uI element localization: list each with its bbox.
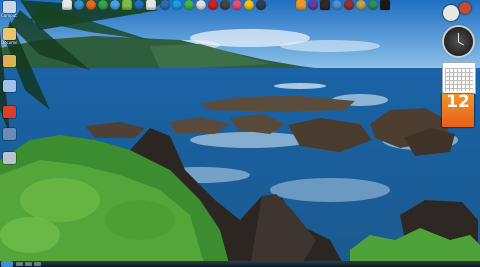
app-icon[interactable] xyxy=(184,0,194,10)
clock-gadget[interactable] xyxy=(444,27,473,56)
coastal-landscape-image xyxy=(0,0,480,267)
app-icon[interactable] xyxy=(380,0,390,10)
app-icon[interactable] xyxy=(296,0,306,10)
mail-icon[interactable] xyxy=(146,0,156,10)
safari-icon[interactable] xyxy=(110,0,120,10)
folder-icon[interactable] xyxy=(1,55,17,67)
taskbar-buttons xyxy=(16,262,41,266)
app-icon[interactable] xyxy=(134,0,144,10)
app-icon[interactable] xyxy=(1,106,17,118)
desktop-wallpaper xyxy=(0,0,480,267)
app-icon[interactable] xyxy=(244,0,254,10)
quicklaunch-left xyxy=(62,0,156,11)
day-calendar-gadget[interactable]: 12 xyxy=(442,94,474,127)
ie-icon[interactable] xyxy=(74,0,84,10)
desktop-icon-label: Computer xyxy=(1,13,17,18)
chrome-icon[interactable] xyxy=(98,0,108,10)
calendar-grid xyxy=(445,68,473,91)
avatar xyxy=(443,5,459,21)
hour-hand xyxy=(458,41,464,46)
taskbar-item[interactable] xyxy=(16,262,23,266)
app-icon[interactable] xyxy=(356,0,366,10)
app-icon[interactable] xyxy=(208,0,218,10)
computer-icon[interactable]: Computer xyxy=(1,1,17,18)
folder-icon-glyph xyxy=(2,55,16,67)
app-icon[interactable] xyxy=(196,0,206,10)
calendar-day-number: 12 xyxy=(446,92,470,112)
avatar-secondary xyxy=(459,2,471,14)
recycle-bin-icon[interactable] xyxy=(1,152,17,164)
app-icon[interactable] xyxy=(220,0,230,10)
app-icon-glyph xyxy=(2,106,16,118)
folder-icon[interactable]: Documents xyxy=(1,28,17,45)
quicklaunch-mid xyxy=(160,0,266,11)
store-icon[interactable] xyxy=(122,0,132,10)
app-icon[interactable] xyxy=(1,128,17,140)
app-icon[interactable] xyxy=(332,0,342,10)
globe-icon[interactable] xyxy=(172,0,182,10)
app-icon[interactable] xyxy=(256,0,266,10)
taskbar-item[interactable] xyxy=(25,262,32,266)
month-calendar-gadget[interactable] xyxy=(442,62,476,94)
app-icon[interactable] xyxy=(320,0,330,10)
folder-icon-glyph xyxy=(2,28,16,40)
taskbar xyxy=(0,261,480,267)
media-icon[interactable] xyxy=(160,0,170,10)
firefox-icon[interactable] xyxy=(86,0,96,10)
user-gadget[interactable] xyxy=(442,2,472,22)
network-icon-glyph xyxy=(2,80,16,92)
start-button[interactable] xyxy=(1,261,13,267)
app-icon[interactable] xyxy=(308,0,318,10)
app-icon[interactable] xyxy=(232,0,242,10)
desktop-icon-label: Documents xyxy=(1,40,17,45)
network-icon[interactable] xyxy=(1,80,17,92)
recycle-bin-icon-glyph xyxy=(2,152,16,164)
app-icon[interactable] xyxy=(368,0,378,10)
app-icon-glyph xyxy=(2,128,16,140)
computer-icon-glyph xyxy=(2,1,16,13)
quicklaunch-right xyxy=(296,0,390,11)
app-icon[interactable] xyxy=(344,0,354,10)
taskbar-item[interactable] xyxy=(34,262,41,266)
document-icon[interactable] xyxy=(62,0,72,10)
